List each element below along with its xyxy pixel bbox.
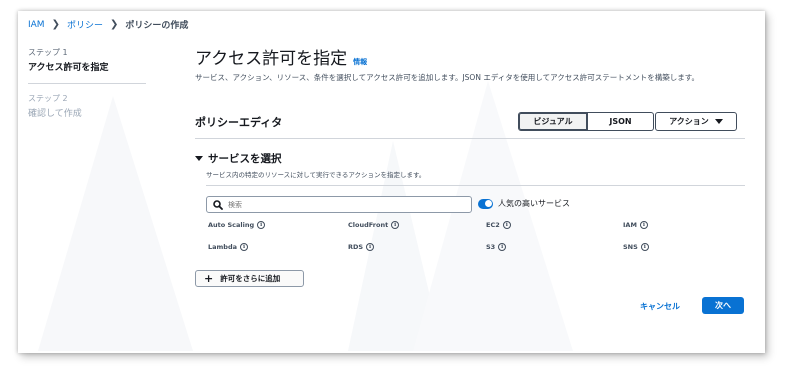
- info-link[interactable]: 情報: [353, 57, 367, 67]
- caret-down-icon: [195, 156, 203, 161]
- service-name: Auto Scaling: [208, 221, 255, 229]
- actions-dropdown[interactable]: アクション: [655, 112, 737, 131]
- chevron-right-icon: ❯: [109, 18, 119, 30]
- editor-mode-toggle: ビジュアル JSON: [518, 112, 654, 131]
- divider: [195, 138, 745, 139]
- info-icon[interactable]: i: [366, 243, 375, 251]
- page-title: アクセス許可を指定: [195, 49, 348, 69]
- service-name: IAM: [623, 221, 637, 229]
- section-title: サービスを選択: [208, 153, 282, 165]
- console-window: IAM ❯ ポリシー ❯ ポリシーの作成 ステップ 1 アクセス許可を指定 ステ…: [18, 11, 765, 353]
- breadcrumb-iam[interactable]: IAM: [28, 20, 45, 30]
- plus-icon: +: [204, 272, 214, 285]
- visual-mode-button[interactable]: ビジュアル: [518, 112, 588, 131]
- info-icon[interactable]: i: [240, 243, 248, 251]
- search-input[interactable]: [228, 200, 448, 209]
- service-cloudfront[interactable]: CloudFront i: [348, 221, 400, 229]
- service-grid: Auto Scaling i CloudFront i EC2 i IAM i Lamb…: [208, 221, 658, 253]
- toggle-label: 人気の高いサービス: [498, 199, 570, 208]
- step-divider: [28, 83, 146, 84]
- breadcrumb-policies[interactable]: ポリシー: [67, 18, 103, 31]
- service-name: RDS: [348, 243, 364, 251]
- info-icon[interactable]: i: [639, 221, 648, 229]
- select-service-section: サービスを選択 サービス内の特定のリソースに対して実行できるアクションを指定しま…: [195, 151, 425, 179]
- info-icon[interactable]: i: [502, 221, 511, 229]
- service-name: CloudFront: [348, 221, 389, 229]
- next-button[interactable]: 次へ: [702, 297, 744, 314]
- service-name: EC2: [486, 221, 500, 229]
- cancel-button[interactable]: キャンセル: [640, 301, 680, 312]
- actions-label: アクション: [669, 117, 709, 126]
- info-icon[interactable]: i: [640, 243, 649, 251]
- service-lambda[interactable]: Lambda i: [208, 243, 248, 251]
- section-header[interactable]: サービスを選択: [195, 151, 425, 166]
- policy-editor-title: ポリシーエディタ: [195, 116, 283, 129]
- toggle-switch[interactable]: [478, 198, 493, 209]
- section-description: サービス内の特定のリソースに対して実行できるアクションを指定します。: [206, 171, 426, 179]
- add-more-permissions-button[interactable]: + 許可をさらに追加: [195, 270, 304, 287]
- info-icon[interactable]: i: [498, 243, 507, 251]
- step-1-label: ステップ 1: [28, 48, 68, 57]
- service-iam[interactable]: IAM i: [623, 221, 648, 229]
- service-rds[interactable]: RDS i: [348, 243, 375, 251]
- step-2-label: ステップ 2: [28, 94, 68, 103]
- page-header: アクセス許可を指定 情報: [195, 44, 367, 69]
- service-name: SNS: [623, 243, 638, 251]
- breadcrumb: IAM ❯ ポリシー ❯ ポリシーの作成: [28, 18, 188, 31]
- caret-down-icon: [714, 119, 723, 124]
- service-name: S3: [486, 243, 496, 251]
- service-name: Lambda: [208, 243, 237, 251]
- service-auto-scaling[interactable]: Auto Scaling i: [208, 221, 266, 229]
- service-ec2[interactable]: EC2 i: [486, 221, 511, 229]
- info-icon[interactable]: i: [391, 221, 400, 229]
- step-1-title: アクセス許可を指定: [28, 63, 109, 73]
- popular-services-toggle[interactable]: 人気の高いサービス: [478, 198, 570, 209]
- service-search[interactable]: [206, 196, 472, 213]
- service-s3[interactable]: S3 i: [486, 243, 507, 251]
- toggle-knob: [484, 200, 492, 207]
- divider: [206, 185, 745, 186]
- info-icon[interactable]: i: [257, 221, 266, 229]
- add-button-label: 許可をさらに追加: [220, 274, 281, 283]
- search-icon: [213, 199, 223, 210]
- service-sns[interactable]: SNS i: [623, 243, 649, 251]
- page-description: サービス、アクション、リソース、条件を選択してアクセス許可を追加します。JSON…: [195, 73, 699, 82]
- json-mode-button[interactable]: JSON: [588, 112, 654, 131]
- chevron-right-icon: ❯: [51, 18, 60, 30]
- breadcrumb-create-policy: ポリシーの作成: [125, 21, 189, 31]
- wizard-steps: ステップ 1 アクセス許可を指定 ステップ 2 確認して作成: [28, 47, 148, 119]
- step-2-title: 確認して作成: [28, 109, 82, 119]
